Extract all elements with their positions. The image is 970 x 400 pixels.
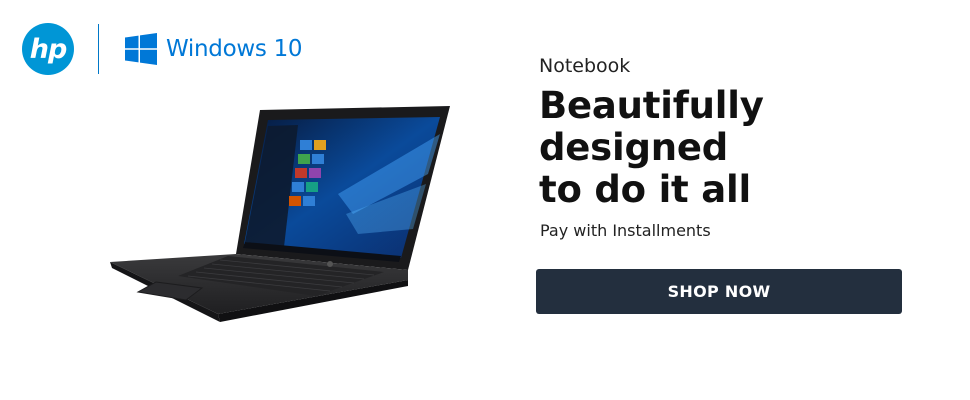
brand-bar: hp Windows 10 bbox=[22, 22, 303, 76]
headline-line-2: to do it all bbox=[539, 168, 751, 211]
windows-flag-icon bbox=[125, 33, 157, 65]
product-category: Notebook bbox=[539, 55, 631, 77]
installments-subtext: Pay with Installments bbox=[540, 221, 711, 240]
hero-headline: Beautifully designed to do it all bbox=[539, 85, 959, 211]
hp-logo-text: hp bbox=[29, 33, 68, 65]
shop-now-button[interactable]: SHOP NOW bbox=[536, 269, 902, 314]
laptop-product-image bbox=[110, 106, 450, 322]
hp-logo-icon: hp bbox=[22, 23, 74, 75]
windows-wordmark: Windows 10 bbox=[166, 36, 303, 62]
brand-divider bbox=[98, 24, 99, 74]
hero-copy: Notebook Beautifully designed to do it a… bbox=[539, 53, 959, 241]
headline-line-1: Beautifully designed bbox=[539, 84, 764, 169]
